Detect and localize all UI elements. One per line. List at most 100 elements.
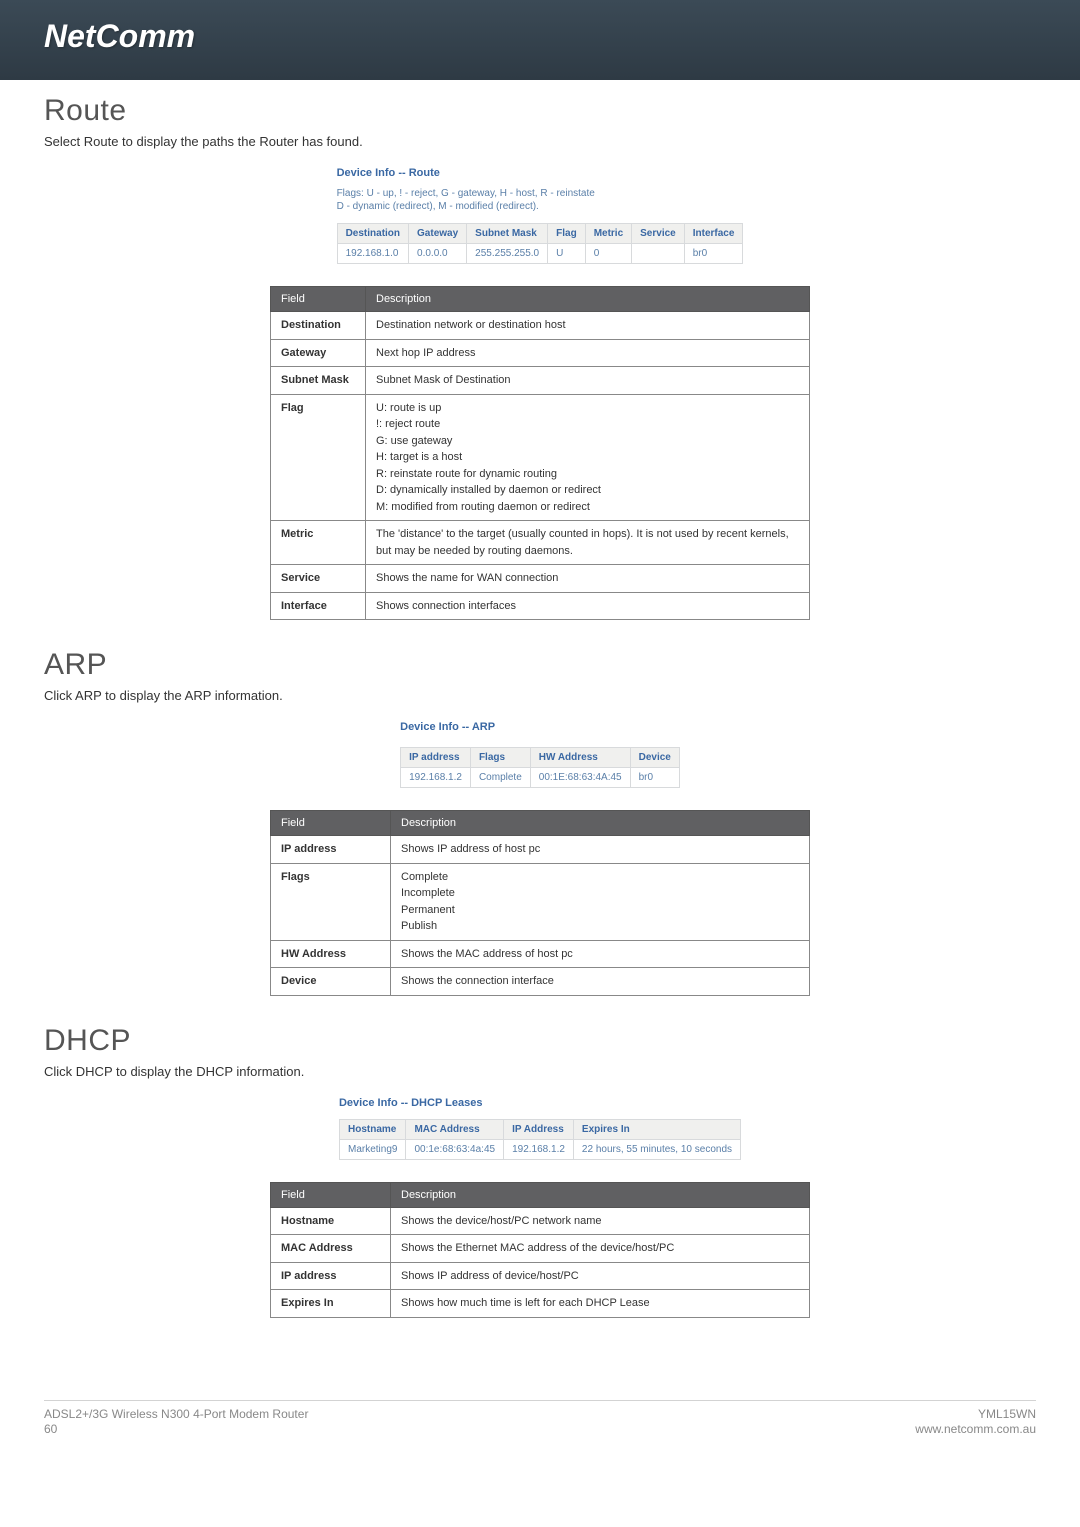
footer-model: YML15WN (915, 1407, 1036, 1423)
cell: Complete (470, 768, 530, 788)
route-note-line1: Flags: U - up, ! - reject, G - gateway, … (337, 188, 595, 199)
arp-screenshot-table: IP address Flags HW Address Device 192.1… (400, 747, 680, 788)
field-name: Gateway (271, 339, 366, 367)
col-metric: Metric (585, 224, 631, 244)
cell: 192.168.1.0 (337, 244, 408, 264)
field-desc: Next hop IP address (366, 339, 810, 367)
field-name: HW Address (271, 940, 391, 968)
doc-row: IP addressShows IP address of host pc (271, 836, 810, 864)
col-ip: IP address (401, 748, 471, 768)
field-desc: U: route is up !: reject route G: use ga… (366, 394, 810, 521)
col-hostname: Hostname (339, 1119, 405, 1139)
flag-item: M: modified from routing daemon or redir… (376, 499, 799, 516)
arp-title: ARP (44, 648, 1036, 682)
dhcp-title: DHCP (44, 1024, 1036, 1058)
cell: br0 (684, 244, 743, 264)
table-row: 192.168.1.0 0.0.0.0 255.255.255.0 U 0 br… (337, 244, 743, 264)
dhcp-screenshot-table: Hostname MAC Address IP Address Expires … (339, 1119, 741, 1160)
field-name: Hostname (271, 1207, 391, 1235)
logo: NetComm (44, 18, 1080, 55)
arp-subtitle: Click ARP to display the ARP information… (44, 688, 1036, 703)
cell: 0.0.0.0 (409, 244, 467, 264)
flag-item: Complete (401, 869, 799, 886)
doc-row: DestinationDestination network or destin… (271, 312, 810, 340)
arp-device-info: Device Info -- ARP IP address Flags HW A… (400, 721, 680, 788)
field-name: Flag (271, 394, 366, 521)
route-screenshot-table: Destination Gateway Subnet Mask Flag Met… (337, 223, 744, 264)
doc-header-row: Field Description (271, 811, 810, 836)
dhcp-device-info: Device Info -- DHCP Leases Hostname MAC … (339, 1097, 741, 1160)
route-title: Route (44, 94, 1036, 128)
field-desc: Shows IP address of host pc (391, 836, 810, 864)
cell: 00:1e:68:63:4a:45 (406, 1139, 504, 1159)
col-mac: MAC Address (406, 1119, 504, 1139)
table-header-row: IP address Flags HW Address Device (401, 748, 680, 768)
dhcp-doc-table: Field Description HostnameShows the devi… (270, 1182, 810, 1318)
route-note-line2: D - dynamic (redirect), M - modified (re… (337, 201, 539, 212)
arp-device-title: Device Info -- ARP (400, 721, 680, 733)
field-name: Destination (271, 312, 366, 340)
field-desc: Subnet Mask of Destination (366, 367, 810, 395)
col-ip: IP Address (504, 1119, 574, 1139)
cell: 192.168.1.2 (401, 768, 471, 788)
doc-row: HW AddressShows the MAC address of host … (271, 940, 810, 968)
field-name: IP address (271, 836, 391, 864)
table-header-row: Hostname MAC Address IP Address Expires … (339, 1119, 740, 1139)
doc-header-field: Field (271, 811, 391, 836)
doc-row: HostnameShows the device/host/PC network… (271, 1207, 810, 1235)
col-hw: HW Address (530, 748, 630, 768)
col-destination: Destination (337, 224, 408, 244)
flag-item: Incomplete (401, 885, 799, 902)
flag-item: G: use gateway (376, 433, 799, 450)
doc-row: InterfaceShows connection interfaces (271, 592, 810, 620)
field-desc: Complete Incomplete Permanent Publish (391, 863, 810, 940)
dhcp-device-title: Device Info -- DHCP Leases (339, 1097, 741, 1109)
flag-item: Publish (401, 918, 799, 935)
header-bar: NetComm (0, 0, 1080, 80)
field-desc: Shows IP address of device/host/PC (391, 1262, 810, 1290)
col-flag: Flag (548, 224, 586, 244)
doc-header-field: Field (271, 287, 366, 312)
doc-header-field: Field (271, 1182, 391, 1207)
doc-row: Flags Complete Incomplete Permanent Publ… (271, 863, 810, 940)
flag-item: D: dynamically installed by daemon or re… (376, 482, 799, 499)
doc-header-desc: Description (366, 287, 810, 312)
cell: U (548, 244, 586, 264)
doc-header-row: Field Description (271, 1182, 810, 1207)
col-flags: Flags (470, 748, 530, 768)
col-service: Service (632, 224, 685, 244)
flag-item: Permanent (401, 902, 799, 919)
footer-page-number: 60 (44, 1422, 308, 1438)
field-name: Service (271, 565, 366, 593)
cell: 00:1E:68:63:4A:45 (530, 768, 630, 788)
flag-item: U: route is up (376, 400, 799, 417)
doc-header-desc: Description (391, 1182, 810, 1207)
field-name: Flags (271, 863, 391, 940)
doc-row: IP addressShows IP address of device/hos… (271, 1262, 810, 1290)
doc-header-desc: Description (391, 811, 810, 836)
col-device: Device (630, 748, 679, 768)
flags-list: Complete Incomplete Permanent Publish (401, 869, 799, 935)
doc-header-row: Field Description (271, 287, 810, 312)
field-desc: Shows the MAC address of host pc (391, 940, 810, 968)
page-footer: ADSL2+/3G Wireless N300 4-Port Modem Rou… (44, 1400, 1036, 1438)
route-doc-table: Field Description DestinationDestination… (270, 286, 810, 620)
field-name: MAC Address (271, 1235, 391, 1263)
doc-row: Subnet MaskSubnet Mask of Destination (271, 367, 810, 395)
field-name: Expires In (271, 1290, 391, 1318)
flag-item: R: reinstate route for dynamic routing (376, 466, 799, 483)
doc-row: Expires InShows how much time is left fo… (271, 1290, 810, 1318)
field-desc: Shows the connection interface (391, 968, 810, 996)
arp-doc-table: Field Description IP addressShows IP add… (270, 810, 810, 996)
doc-row: GatewayNext hop IP address (271, 339, 810, 367)
col-subnet: Subnet Mask (467, 224, 548, 244)
field-desc: Shows the device/host/PC network name (391, 1207, 810, 1235)
route-subtitle: Select Route to display the paths the Ro… (44, 134, 1036, 149)
table-row: 192.168.1.2 Complete 00:1E:68:63:4A:45 b… (401, 768, 680, 788)
cell (632, 244, 685, 264)
cell: 255.255.255.0 (467, 244, 548, 264)
field-desc: Shows the name for WAN connection (366, 565, 810, 593)
col-interface: Interface (684, 224, 743, 244)
flag-item: H: target is a host (376, 449, 799, 466)
flag-list: U: route is up !: reject route G: use ga… (376, 400, 799, 516)
